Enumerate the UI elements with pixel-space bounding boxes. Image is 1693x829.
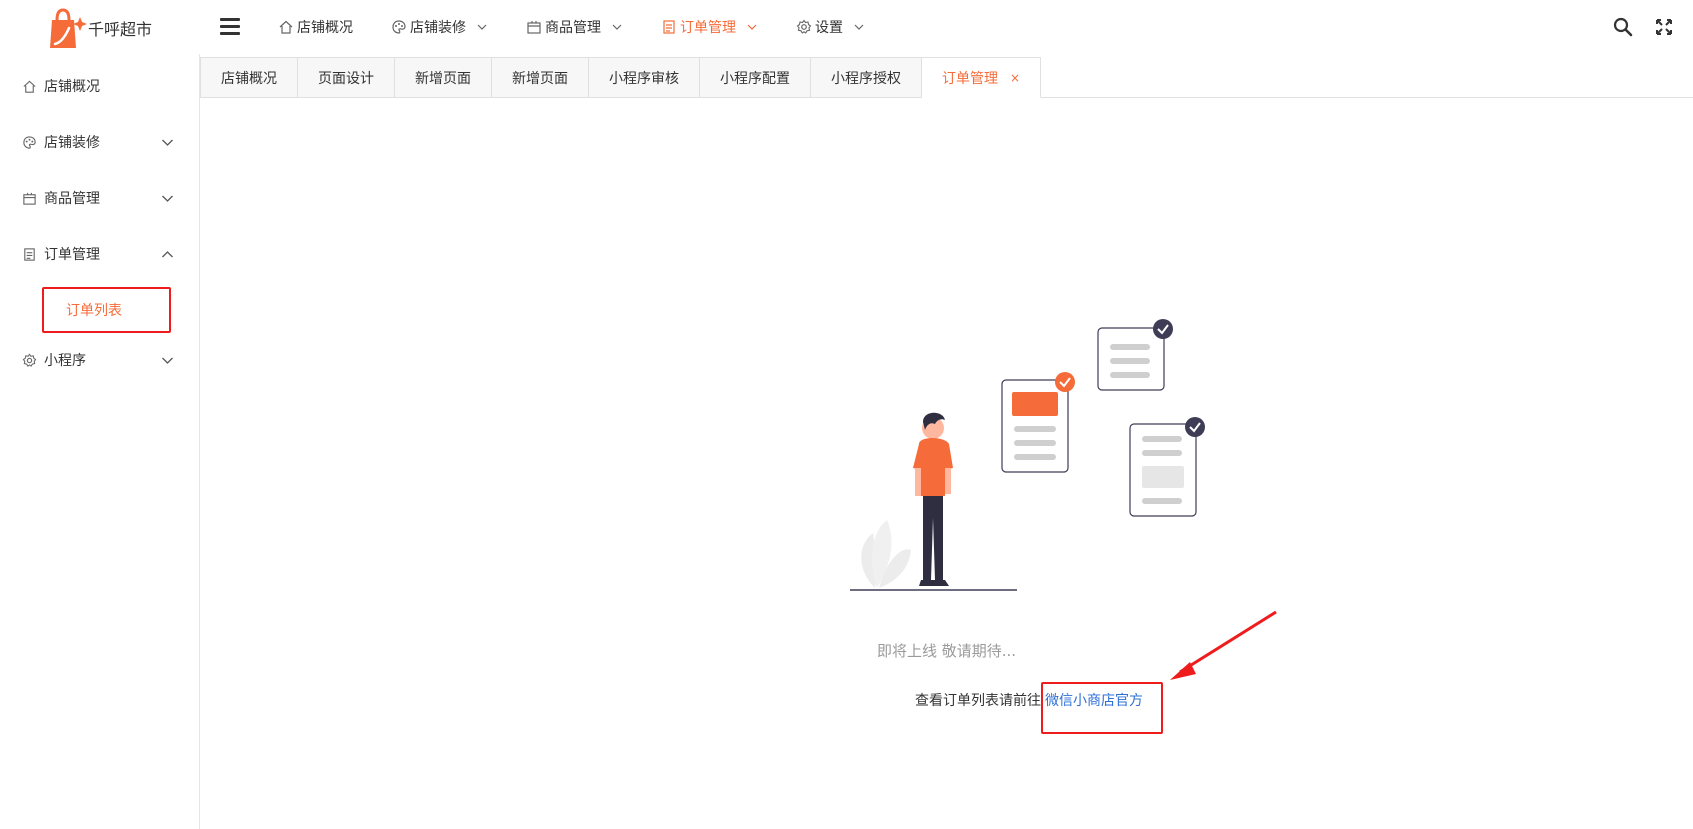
chevron-up-icon — [161, 248, 174, 261]
box-icon — [526, 19, 542, 35]
chevron-down-icon — [161, 192, 174, 205]
search-icon[interactable] — [1612, 16, 1634, 38]
tab-label: 店铺概况 — [221, 70, 277, 87]
plant-illustration — [861, 520, 911, 588]
tab-label: 新增页面 — [415, 70, 471, 87]
clipboard-icon — [22, 247, 37, 262]
topnav-item-product-management[interactable]: 商品管理 — [526, 0, 623, 54]
tab-page-design[interactable]: 页面设计 — [298, 57, 395, 98]
chevron-down-icon — [161, 354, 174, 367]
sidebar-item-mini-program[interactable]: 小程序 — [22, 348, 174, 372]
tab-mini-program-config[interactable]: 小程序配置 — [700, 57, 811, 98]
chevron-down-icon — [746, 21, 758, 33]
topnav-label: 店铺概况 — [297, 20, 353, 36]
tab-bar: 店铺概况 页面设计 新增页面 新增页面 小程序审核 小程序配置 小程序授权 订单… — [200, 57, 1042, 98]
topnav-item-settings[interactable]: 设置 — [796, 0, 865, 54]
app-logo[interactable]: 千呼超市 — [42, 6, 162, 50]
topnav-label: 商品管理 — [545, 20, 601, 36]
gear-icon — [22, 353, 37, 368]
sidebar-item-store-decoration[interactable]: 店铺装修 — [22, 130, 174, 154]
clipboard-icon — [661, 19, 677, 35]
tab-label: 小程序配置 — [720, 70, 790, 87]
tab-order-management[interactable]: 订单管理 × — [922, 57, 1042, 98]
tab-label: 新增页面 — [512, 70, 568, 87]
coming-soon-illustration — [850, 319, 1205, 591]
topnav-label: 订单管理 — [680, 20, 736, 36]
sidebar-item-product-management[interactable]: 商品管理 — [22, 186, 174, 210]
chevron-down-icon — [161, 136, 174, 149]
app-name: 千呼超市 — [88, 20, 153, 39]
palette-icon — [22, 135, 37, 150]
topnav-item-order-management[interactable]: 订单管理 — [661, 0, 758, 54]
fullscreen-icon[interactable] — [1653, 16, 1675, 38]
close-icon[interactable]: × — [1010, 71, 1020, 85]
chevron-down-icon — [611, 21, 623, 33]
tab-mini-program-auth[interactable]: 小程序授权 — [811, 57, 922, 98]
document-card-illustration — [1129, 417, 1205, 517]
palette-icon — [391, 19, 407, 35]
box-icon — [22, 191, 37, 206]
top-nav: 店铺概况 店铺装修 商品管理 订单管理 设置 — [278, 0, 903, 54]
coming-soon-text: 即将上线 敬请期待... — [876, 642, 1017, 660]
goto-hint: 查看订单列表请前往 微信小商店官方 — [915, 690, 1143, 710]
shopping-bag-logo-icon — [50, 8, 87, 48]
person-illustration — [913, 412, 953, 586]
sidebar-item-label: 商品管理 — [44, 191, 100, 207]
topnav-label: 店铺装修 — [410, 20, 466, 36]
sidebar: 店铺概况 店铺装修 商品管理 订单管理 订单列表 小程序 — [0, 54, 200, 829]
sidebar-item-label: 店铺装修 — [44, 135, 100, 151]
menu-toggle-icon[interactable] — [220, 18, 240, 36]
topnav-label: 设置 — [815, 20, 843, 36]
sidebar-item-label: 店铺概况 — [44, 79, 100, 95]
sidebar-subitem-label: 订单列表 — [66, 303, 122, 319]
document-card-illustration — [1001, 372, 1075, 473]
tab-label: 小程序授权 — [831, 70, 901, 87]
tab-label: 页面设计 — [318, 70, 374, 87]
tab-label: 小程序审核 — [609, 70, 679, 87]
home-icon — [22, 79, 37, 94]
chevron-down-icon — [476, 21, 488, 33]
top-bar: 千呼超市 店铺概况 店铺装修 商品管理 订单管理 设置 — [0, 0, 1693, 54]
top-right-tools — [1593, 16, 1675, 38]
tab-store-overview[interactable]: 店铺概况 — [200, 57, 298, 98]
chevron-down-icon — [853, 21, 865, 33]
document-card-illustration — [1097, 319, 1173, 391]
tab-new-page-2[interactable]: 新增页面 — [492, 57, 589, 98]
topnav-item-store-overview[interactable]: 店铺概况 — [278, 0, 353, 54]
sidebar-item-label: 小程序 — [44, 353, 86, 369]
home-icon — [278, 19, 294, 35]
tab-new-page-1[interactable]: 新增页面 — [395, 57, 492, 98]
sidebar-item-label: 订单管理 — [44, 247, 100, 263]
sidebar-item-order-management[interactable]: 订单管理 — [22, 242, 174, 266]
gear-icon — [796, 19, 812, 35]
tab-label: 订单管理 — [942, 70, 998, 87]
tab-mini-program-review[interactable]: 小程序审核 — [589, 57, 700, 98]
sidebar-subitem-order-list[interactable]: 订单列表 — [42, 287, 171, 333]
goto-text: 查看订单列表请前往 — [915, 693, 1041, 709]
sidebar-item-store-overview[interactable]: 店铺概况 — [22, 74, 174, 98]
wechat-shop-link[interactable]: 微信小商店官方 — [1045, 690, 1143, 710]
topnav-item-store-decoration[interactable]: 店铺装修 — [391, 0, 488, 54]
